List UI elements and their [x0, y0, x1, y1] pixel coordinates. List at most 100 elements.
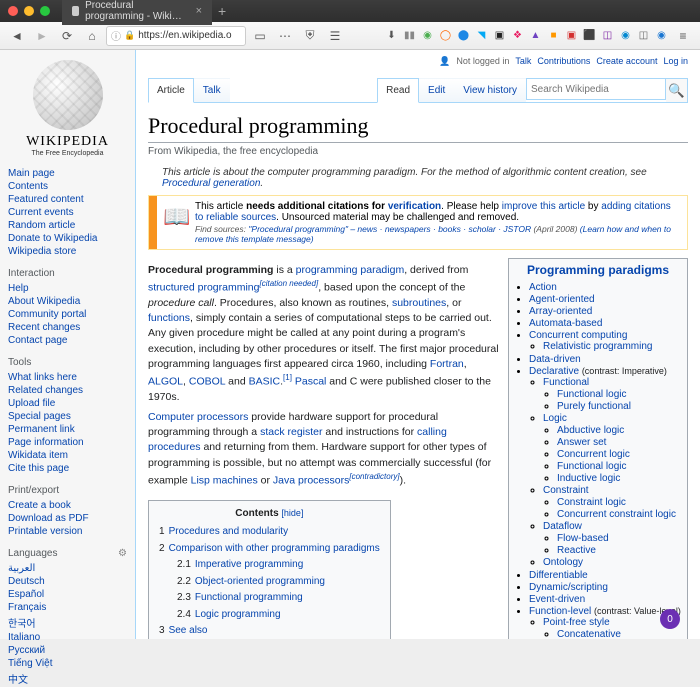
- toc-item[interactable]: 3See also: [159, 623, 380, 639]
- sidebar-link[interactable]: Main page: [8, 167, 127, 180]
- sidebar-link[interactable]: Special pages: [8, 410, 127, 423]
- sidebar-link[interactable]: 한국어: [8, 614, 127, 631]
- toc-item[interactable]: 2.3Functional programming: [159, 590, 380, 607]
- sidebar-link[interactable]: Upload file: [8, 397, 127, 410]
- sidebar-link[interactable]: Create a book: [8, 499, 127, 512]
- navbox-item[interactable]: Data-driven: [529, 353, 681, 365]
- menu-icon[interactable]: ⋯: [274, 26, 296, 46]
- ext-icon[interactable]: ◉: [618, 28, 633, 43]
- navbox-item[interactable]: Purely functional: [557, 400, 681, 412]
- navbox-item[interactable]: Concurrent logic: [557, 448, 681, 460]
- toc-hide-link[interactable]: [hide]: [281, 508, 303, 518]
- sidebar-link[interactable]: Français: [8, 601, 127, 614]
- ext-icon[interactable]: ⬤: [456, 28, 471, 43]
- sidebar-link[interactable]: Page information: [8, 436, 127, 449]
- minimize-window-button[interactable]: [24, 6, 34, 16]
- sidebar-link[interactable]: العربية: [8, 562, 127, 575]
- sidebar-link[interactable]: About Wikipedia: [8, 295, 127, 308]
- ext-download-icon[interactable]: ⬇: [384, 28, 399, 43]
- gear-icon[interactable]: ⚙: [118, 548, 127, 559]
- wiki-logo[interactable]: WIKIPEDIA The Free Encyclopedia: [8, 60, 127, 157]
- sidebar-link[interactable]: Recent changes: [8, 321, 127, 334]
- ext-icon[interactable]: ◯: [438, 28, 453, 43]
- firefox-menu-button[interactable]: ≡: [672, 26, 694, 46]
- sidebar-link[interactable]: Cite this page: [8, 462, 127, 475]
- navbox-item[interactable]: Array-oriented: [529, 305, 681, 317]
- navbox-item[interactable]: Relativistic programming: [543, 341, 681, 353]
- login-link[interactable]: Log in: [663, 56, 688, 67]
- sidebar-link[interactable]: Wikidata item: [8, 449, 127, 462]
- navbox-item[interactable]: Event-driven: [529, 593, 681, 605]
- sidebar-link[interactable]: Contents: [8, 180, 127, 193]
- navbox-item[interactable]: Agent-oriented: [529, 293, 681, 305]
- navbox-item[interactable]: Constraint logic: [557, 496, 681, 508]
- sidebar-link[interactable]: Random article: [8, 219, 127, 232]
- ext-icon[interactable]: ▣: [564, 28, 579, 43]
- tab-talk[interactable]: Talk: [194, 78, 230, 102]
- tab-edit[interactable]: Edit: [419, 78, 454, 102]
- navbox-item[interactable]: Differentiable: [529, 569, 681, 581]
- info-icon[interactable]: ⓘ: [111, 28, 121, 43]
- navbox-item[interactable]: Abductive logic: [557, 424, 681, 436]
- browser-tab[interactable]: Procedural programming - Wiki… ×: [62, 0, 212, 25]
- create-account-link[interactable]: Create account: [596, 56, 657, 67]
- ext-icon[interactable]: ▲: [528, 28, 543, 43]
- tab-read[interactable]: Read: [377, 78, 419, 103]
- url-bar[interactable]: ⓘ 🔒 https://en.wikipedia.o: [106, 26, 246, 46]
- navbox-item[interactable]: Action: [529, 281, 681, 293]
- sidebar-link[interactable]: Italiano: [8, 631, 127, 644]
- sidebar-link[interactable]: Contact page: [8, 334, 127, 347]
- navbox-title[interactable]: Programming paradigms: [515, 263, 681, 277]
- sidebar-link[interactable]: Related changes: [8, 384, 127, 397]
- sidebar-link[interactable]: Donate to Wikipedia: [8, 232, 127, 245]
- home-button[interactable]: ⌂: [81, 26, 103, 46]
- new-tab-button[interactable]: +: [218, 3, 226, 19]
- sidebar-link[interactable]: Community portal: [8, 308, 127, 321]
- notification-badge[interactable]: 0: [660, 609, 680, 629]
- toc-item[interactable]: 2.2Object-oriented programming: [159, 574, 380, 591]
- toc-item[interactable]: 2.1Imperative programming: [159, 557, 380, 574]
- navbox-item[interactable]: Dynamic/scripting: [529, 581, 681, 593]
- ext-icon[interactable]: ◥: [474, 28, 489, 43]
- close-window-button[interactable]: [8, 6, 18, 16]
- sidebar-link[interactable]: 中文: [8, 670, 127, 687]
- ext-icon[interactable]: ◉: [654, 28, 669, 43]
- sidebar-link[interactable]: Tiếng Việt: [8, 657, 127, 670]
- navbox-item[interactable]: Concurrent computingRelativistic program…: [529, 329, 681, 353]
- sidebar-link[interactable]: Help: [8, 282, 127, 295]
- navbox-item[interactable]: Functional logic: [557, 388, 681, 400]
- wiki-search-input[interactable]: [526, 78, 666, 100]
- forward-button[interactable]: ►: [31, 26, 53, 46]
- navbox-item[interactable]: Functional logic: [557, 460, 681, 472]
- navbox-item[interactable]: Answer set: [557, 436, 681, 448]
- navbox-item[interactable]: ConstraintConstraint logicConcurrent con…: [543, 485, 681, 521]
- ext-icon[interactable]: ▮▮: [402, 28, 417, 43]
- navbox-item[interactable]: Inductive logic: [557, 472, 681, 484]
- tab-article[interactable]: Article: [148, 78, 194, 103]
- toc-item[interactable]: 2.4Logic programming: [159, 607, 380, 624]
- navbox-item[interactable]: DataflowFlow-basedReactive: [543, 521, 681, 557]
- sidebar-link[interactable]: Español: [8, 588, 127, 601]
- toc-item[interactable]: 2Comparison with other programming parad…: [159, 541, 380, 558]
- sidebar-link[interactable]: Current events: [8, 206, 127, 219]
- ext-icon[interactable]: ▣: [492, 28, 507, 43]
- navbox-item[interactable]: Declarative (contrast: Imperative)Functi…: [529, 365, 681, 569]
- ext-icon[interactable]: ■: [546, 28, 561, 43]
- ext-icon[interactable]: ◫: [600, 28, 615, 43]
- ext-icon[interactable]: ❖: [510, 28, 525, 43]
- navbox-item[interactable]: Concurrent constraint logic: [557, 508, 681, 520]
- sidebar-link[interactable]: Русский: [8, 644, 127, 657]
- sidebar-link[interactable]: What links here: [8, 371, 127, 384]
- sidebar-link[interactable]: Printable version: [8, 525, 127, 538]
- sidebar-link[interactable]: Download as PDF: [8, 512, 127, 525]
- navbox-item[interactable]: Concatenative: [557, 628, 681, 639]
- ext-icon[interactable]: ⬛: [582, 28, 597, 43]
- talk-link[interactable]: Talk: [515, 56, 531, 67]
- tab-history[interactable]: View history: [454, 78, 526, 102]
- sidebar-link[interactable]: Deutsch: [8, 575, 127, 588]
- ext-icon[interactable]: ◫: [636, 28, 651, 43]
- navbox-item[interactable]: Flow-based: [557, 532, 681, 544]
- bookmark-button[interactable]: ▭: [249, 26, 271, 46]
- hatnote-link[interactable]: Procedural generation: [162, 178, 260, 189]
- ext-icon[interactable]: ◉: [420, 28, 435, 43]
